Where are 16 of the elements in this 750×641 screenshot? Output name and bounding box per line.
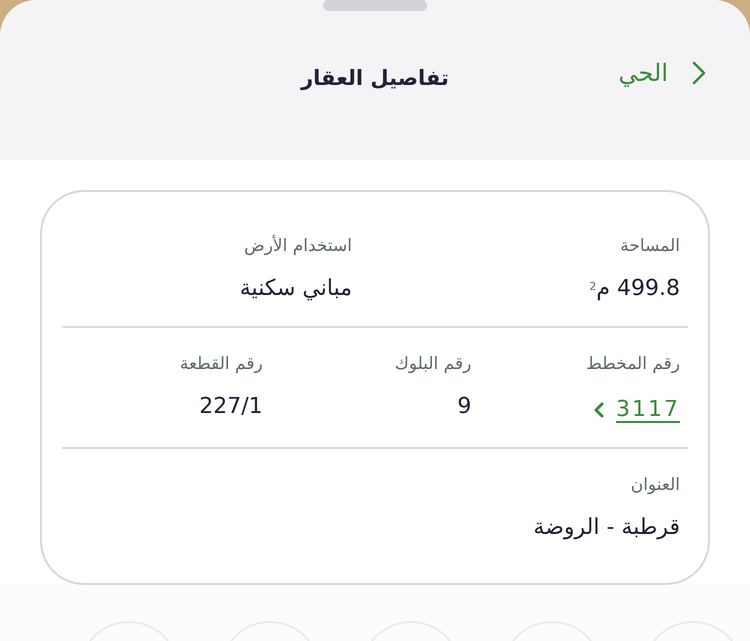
field-value: 9 bbox=[457, 393, 472, 421]
field-value: مباني سكنية bbox=[240, 275, 352, 303]
field-label: استخدام الأرض bbox=[244, 234, 352, 258]
field-value: 227/1 bbox=[199, 393, 263, 421]
chevron-right-icon bbox=[692, 61, 706, 85]
field-label: المساحة bbox=[620, 235, 680, 258]
field-label: رقم القطعة bbox=[180, 353, 263, 376]
chevron-left-icon bbox=[593, 402, 604, 418]
value-link[interactable]: 3117 bbox=[593, 395, 680, 425]
field-label: العنوان bbox=[630, 474, 680, 497]
field-value: قرطبة - الروضة bbox=[533, 514, 680, 542]
field-label: رقم البلوك bbox=[394, 353, 472, 376]
back-button[interactable]: الحي bbox=[618, 55, 706, 91]
grabber-handle[interactable] bbox=[323, 0, 427, 11]
page-title: تفاصيل العقار bbox=[301, 65, 449, 92]
field-label: رقم المخطط bbox=[586, 353, 680, 376]
